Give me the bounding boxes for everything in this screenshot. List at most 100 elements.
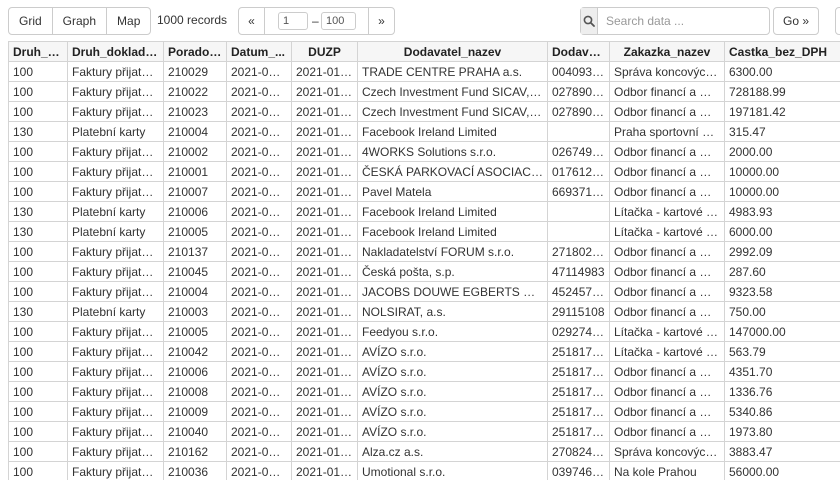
table-cell: Platební karty (67, 201, 164, 222)
graph-view-button[interactable]: Graph (53, 8, 108, 34)
table-row[interactable]: 100 Faktury přijaté t... 210042 2021-01-...… (8, 341, 840, 362)
table-cell: Správa koncových ... (609, 61, 725, 82)
table-cell: NOLSIRAT, a.s. (357, 301, 548, 322)
table-row[interactable]: 100 Faktury přijaté t... 210008 2021-01-...… (8, 381, 840, 402)
table-cell: 210042 (163, 341, 227, 362)
table-cell: Lítačka - kartové ce... (609, 341, 725, 362)
table-cell: 2021-01-... (291, 441, 358, 462)
column-header[interactable]: Dodavatel_nazev (357, 41, 548, 62)
table-cell: 210009 (163, 401, 227, 422)
table-row[interactable]: 100 Faktury přijaté t... 210137 2021-01-...… (8, 241, 840, 262)
table-cell: Odbor financí a HR... (609, 141, 725, 162)
table-cell: Odbor financí a HR... (609, 101, 725, 122)
table-cell: 2021-01-... (291, 201, 358, 222)
table-cell: Faktury přijaté t... (67, 181, 164, 202)
table-cell: Facebook Ireland Limited (357, 201, 548, 222)
table-row[interactable]: 100 Faktury přijaté t... 210040 2021-01-...… (8, 421, 840, 442)
table-cell: 100 (8, 321, 68, 342)
table-cell: 210004 (163, 281, 227, 302)
map-view-button[interactable]: Map (107, 8, 150, 34)
table-cell: 2021-01-... (226, 181, 292, 202)
table-cell: 2021-01-... (291, 181, 358, 202)
table-row[interactable]: 130 Platební karty 210004 2021-01-... 2021-0… (8, 121, 840, 142)
column-header[interactable]: Dodavat... (547, 41, 610, 62)
grid-view-button[interactable]: Grid (9, 8, 53, 34)
table-row[interactable]: 100 Faktury přijaté t... 210045 2021-01-...… (8, 261, 840, 282)
column-header[interactable]: Datum_... (226, 41, 292, 62)
table-cell: 2021-01-... (226, 141, 292, 162)
table-row[interactable]: 100 Faktury přijaté t... 210001 2021-01-...… (8, 161, 840, 182)
next-page-button[interactable]: » (368, 8, 394, 34)
table-row[interactable]: 100 Faktury přijaté t... 210005 2021-01-...… (8, 321, 840, 342)
column-header[interactable]: Druh_dokladu... (67, 41, 164, 62)
table-row[interactable]: 100 Faktury přijaté t... 210009 2021-01-...… (8, 401, 840, 422)
table-cell: 03974618 (547, 461, 610, 480)
table-cell: Faktury přijaté t... (67, 281, 164, 302)
table-cell: 210007 (163, 181, 227, 202)
table-row[interactable]: 100 Faktury přijaté t... 210023 2021-01-...… (8, 101, 840, 122)
table-cell: AVÍZO s.r.o. (357, 381, 548, 402)
table-row[interactable]: 130 Platební karty 210006 2021-01-... 2021-0… (8, 201, 840, 222)
table-cell: 2021-01-... (291, 421, 358, 442)
table-cell: 750.00 (724, 301, 840, 322)
table-row[interactable]: 100 Faktury přijaté t... 210002 2021-01-...… (8, 141, 840, 162)
table-cell: 00409316 (547, 61, 610, 82)
table-cell: 25181700 (547, 421, 610, 442)
go-button[interactable]: Go » (773, 7, 819, 35)
table-row[interactable]: 100 Faktury přijaté t... 210029 2021-01-...… (8, 61, 840, 82)
table-cell: 130 (8, 121, 68, 142)
table-cell: 27082440 (547, 441, 610, 462)
table-cell: 2021-01-... (291, 141, 358, 162)
table-cell (547, 121, 610, 142)
extra-toolbar-button[interactable] (835, 7, 840, 35)
record-count: 1000 records (157, 13, 228, 27)
search-input[interactable] (598, 8, 769, 34)
table-row[interactable]: 100 Faktury přijaté t... 210004 2021-01-11 2… (8, 281, 840, 302)
table-cell: Odbor financí a HR... (609, 261, 725, 282)
table-cell: 100 (8, 61, 68, 82)
table-row[interactable]: 130 Platební karty 210005 2021-01-... 2021-0… (8, 221, 840, 242)
table-cell: 210008 (163, 381, 227, 402)
header-row: Druh_d... Druh_dokladu... Poradov... Dat… (8, 41, 840, 62)
table-cell: 2021-01-... (291, 341, 358, 362)
previous-page-button[interactable]: « (239, 8, 265, 34)
table-row[interactable]: 130 Platební karty 210003 2021-01-... 2021-0… (8, 301, 840, 322)
table-cell: Faktury přijaté t... (67, 381, 164, 402)
table-cell: 2021-01-... (226, 381, 292, 402)
table-cell (547, 201, 610, 222)
table-cell: AVÍZO s.r.o. (357, 341, 548, 362)
table-cell: 287.60 (724, 261, 840, 282)
column-header[interactable]: Zakazka_nazev (609, 41, 725, 62)
table-cell: 02674947 (547, 141, 610, 162)
table-cell: Odbor financí a HR... (609, 81, 725, 102)
range-from-input[interactable] (278, 12, 308, 30)
table-row[interactable]: 100 Faktury přijaté t... 210162 2021-01-...… (8, 441, 840, 462)
table-cell: Faktury přijaté t... (67, 461, 164, 480)
table-cell: Faktury přijaté t... (67, 81, 164, 102)
table-cell: 100 (8, 401, 68, 422)
table-cell: Odbor financí a HR... (609, 381, 725, 402)
table-row[interactable]: 100 Faktury přijaté t... 210007 2021-01-...… (8, 181, 840, 202)
column-header[interactable]: DUZP (291, 41, 358, 62)
column-header[interactable]: Poradov... (163, 41, 227, 62)
column-header[interactable]: Druh_d... (8, 41, 68, 62)
table-row[interactable]: 100 Faktury přijaté t... 210022 2021-01-...… (8, 81, 840, 102)
table-cell: 2021-01-... (291, 121, 358, 142)
search-box (580, 7, 770, 35)
table-cell: Faktury přijaté t... (67, 361, 164, 382)
table-row[interactable]: 100 Faktury přijaté t... 210036 2021-01-...… (8, 461, 840, 480)
table-cell: 100 (8, 181, 68, 202)
table-cell: 210003 (163, 301, 227, 322)
table-cell (547, 221, 610, 242)
range-to-input[interactable] (321, 12, 356, 30)
table-cell: 66937132 (547, 181, 610, 202)
table-cell: 10000.00 (724, 161, 840, 182)
table-cell: 2000.00 (724, 141, 840, 162)
table-row[interactable]: 100 Faktury přijaté t... 210006 2021-01-...… (8, 361, 840, 382)
table-cell: 56000.00 (724, 461, 840, 480)
table-cell: Czech Investment Fund SICAV, a.s. (357, 81, 548, 102)
table-cell: Lítačka - kartové ce... (609, 221, 725, 242)
column-header[interactable]: Castka_bez_DPH (724, 41, 840, 62)
table-cell: 210036 (163, 461, 227, 480)
table-cell: 2021-01-... (226, 301, 292, 322)
